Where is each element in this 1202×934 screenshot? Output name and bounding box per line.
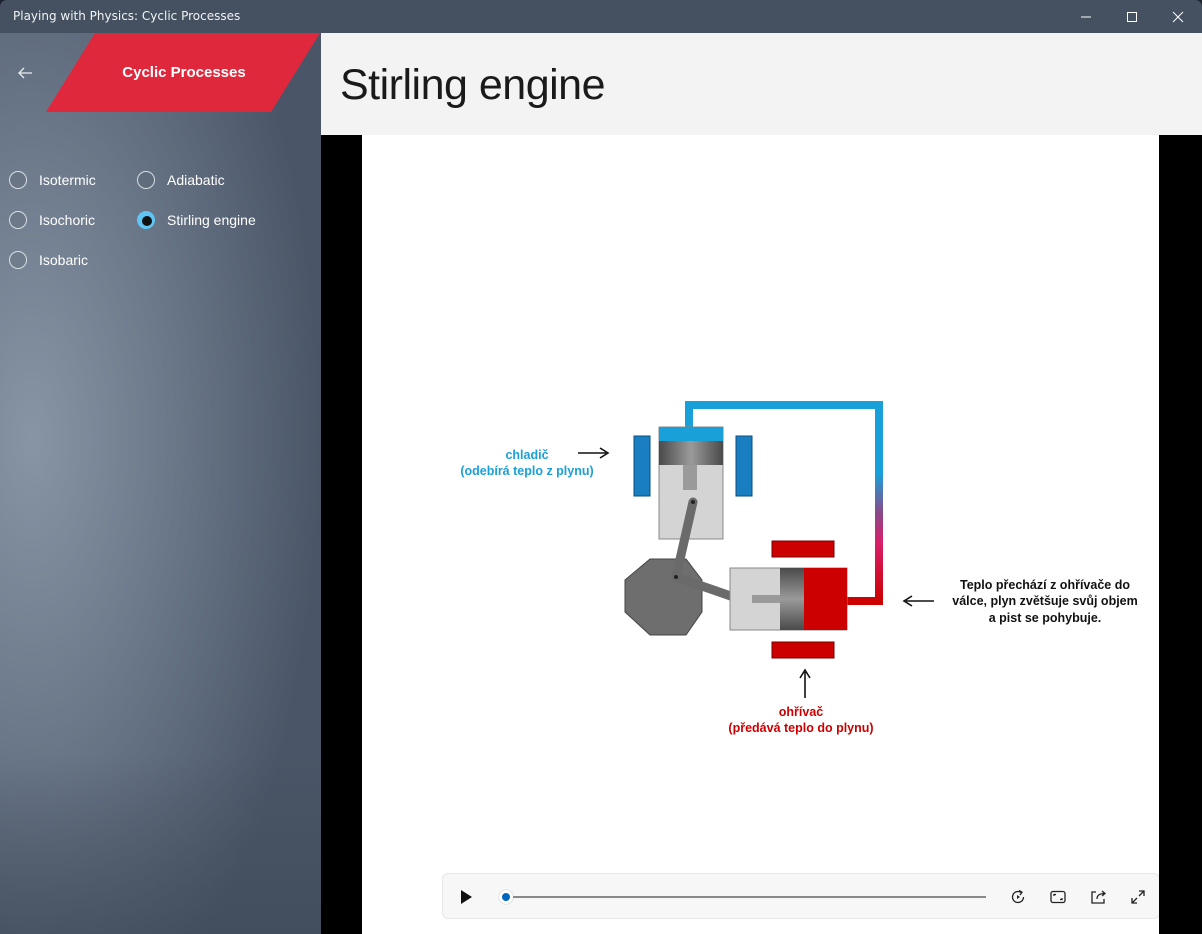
cooler-arrow: [578, 447, 610, 459]
play-icon: [461, 890, 472, 904]
sidebar: Cyclic Processes Isotermic Adiabatic Iso…: [0, 33, 321, 934]
flywheel: [624, 558, 703, 636]
radio-label: Isobaric: [39, 252, 89, 268]
app-window: Playing with Physics: Cyclic Processes C…: [0, 0, 1202, 934]
radio-circle: [9, 251, 27, 269]
maximize-button[interactable]: [1109, 0, 1155, 33]
rod-joint: [691, 500, 695, 504]
heater-plate-bottom: [771, 641, 835, 659]
radio-circle: [137, 211, 155, 229]
title-bar: Playing with Physics: Cyclic Processes: [0, 0, 1202, 33]
cold-piston-rod: [683, 465, 697, 490]
hot-cylinder: [729, 540, 848, 659]
heater-label: ohřívač: [779, 705, 824, 719]
note-line: Teplo přechází z ohřívače do: [960, 578, 1130, 592]
replay-button[interactable]: [1003, 882, 1033, 912]
radio-label: Adiabatic: [167, 172, 225, 188]
minimize-icon: [1081, 16, 1091, 17]
close-icon: [1172, 11, 1184, 22]
radio-label: Isotermic: [39, 172, 96, 188]
cast-icon: [1091, 890, 1107, 904]
back-button[interactable]: [10, 63, 40, 83]
hot-piston-rod: [752, 595, 780, 603]
seek-thumb[interactable]: [499, 890, 513, 904]
radio-adiabatic[interactable]: Adiabatic: [137, 168, 225, 192]
note-line: a pist se pohybuje.: [989, 611, 1102, 625]
aspect-ratio-icon: [1050, 890, 1066, 904]
cooler-plate-left: [633, 435, 651, 497]
seek-bar[interactable]: [505, 896, 986, 898]
heater-plate-top: [771, 540, 835, 558]
media-player: chladič (odebírá teplo z plynu) ohřívač …: [321, 135, 1202, 934]
cold-chamber: [659, 427, 723, 441]
heater-label-sub: (předává teplo do plynu): [728, 721, 873, 735]
replay-icon: [1011, 889, 1025, 904]
banner-label: Cyclic Processes: [122, 64, 246, 81]
radio-circle: [9, 171, 27, 189]
radio-circle: [9, 211, 27, 229]
radio-label: Isochoric: [39, 212, 96, 228]
note-line: válce, plyn zvětšuje svůj objem: [952, 594, 1138, 608]
minimize-button[interactable]: [1063, 0, 1109, 33]
stirling-engine-diagram: chladič (odebírá teplo z plynu) ohřívač …: [460, 401, 1138, 735]
cast-button[interactable]: [1083, 882, 1113, 912]
close-button[interactable]: [1155, 0, 1201, 33]
radio-isochoric[interactable]: Isochoric: [9, 208, 95, 232]
fullscreen-icon: [1131, 890, 1145, 904]
cooler-label-sub: (odebírá teplo z plynu): [460, 464, 593, 478]
hot-piston: [780, 568, 804, 630]
cold-piston: [659, 441, 723, 465]
transport-controls: [442, 873, 1159, 919]
radio-stirling-engine[interactable]: Stirling engine: [137, 208, 256, 232]
radio-isotermic[interactable]: Isotermic: [9, 168, 96, 192]
page-title: Stirling engine: [340, 61, 606, 109]
video-surface[interactable]: chladič (odebírá teplo z plynu) ohřívač …: [362, 135, 1159, 934]
aspect-ratio-button[interactable]: [1043, 882, 1073, 912]
cooler-plate-right: [735, 435, 753, 497]
note-arrow: [902, 595, 934, 607]
play-button[interactable]: [451, 882, 481, 912]
cooler-label: chladič: [505, 448, 548, 462]
maximize-icon: [1127, 11, 1137, 22]
rod-joint: [674, 575, 678, 579]
radio-circle: [137, 171, 155, 189]
radio-label: Stirling engine: [167, 212, 256, 228]
heater-arrow: [799, 668, 811, 698]
window-title: Playing with Physics: Cyclic Processes: [13, 9, 241, 23]
fullscreen-button[interactable]: [1123, 882, 1153, 912]
back-arrow-icon: [18, 67, 32, 79]
radio-isobaric[interactable]: Isobaric: [9, 248, 88, 272]
hot-chamber: [802, 568, 847, 630]
page-header: Stirling engine: [321, 33, 1202, 135]
